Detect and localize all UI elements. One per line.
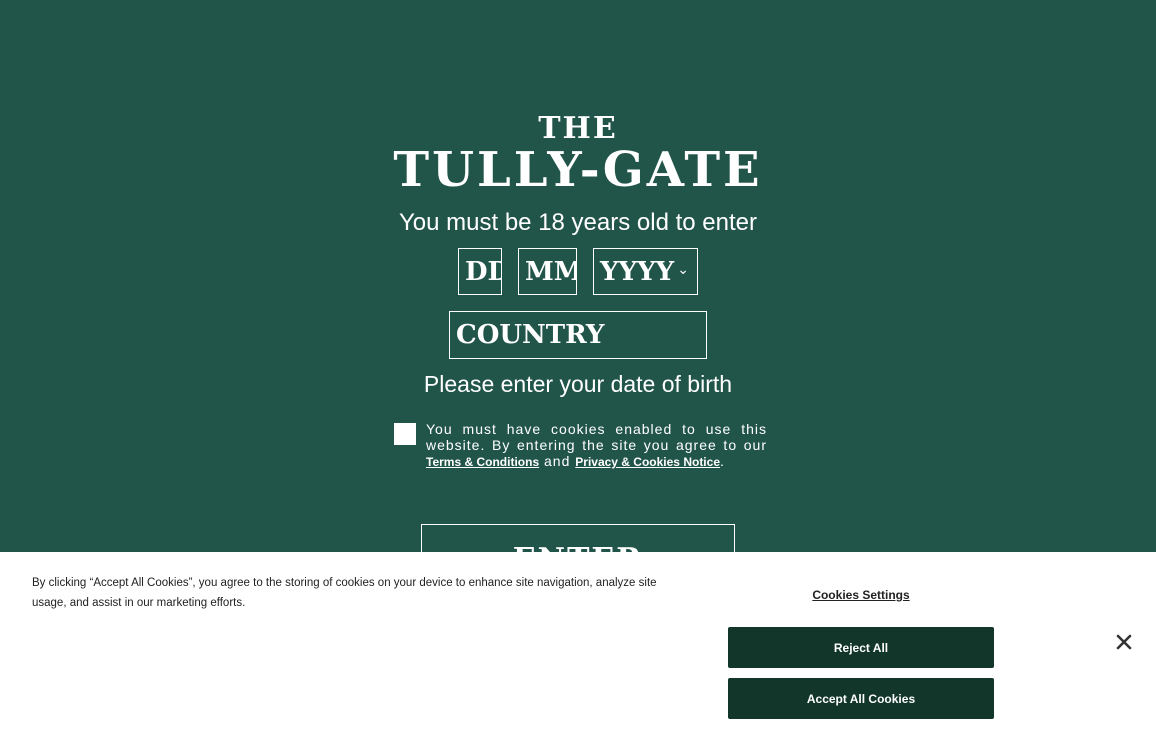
country-input[interactable] bbox=[449, 311, 707, 359]
cookie-notice: You must have cookies enabled to use thi… bbox=[426, 421, 767, 470]
reject-all-button[interactable]: Reject All bbox=[728, 627, 994, 668]
terms-link[interactable]: Terms & Conditions bbox=[426, 455, 539, 469]
cookies-settings-link[interactable]: Cookies Settings bbox=[728, 588, 994, 602]
logo-line-the: THE bbox=[538, 111, 618, 146]
chevron-down-icon: ⌄ bbox=[677, 262, 689, 278]
cookie-notice-text: You must have cookies enabled to use thi… bbox=[426, 421, 767, 453]
cookie-consent-checkbox[interactable] bbox=[394, 423, 416, 445]
privacy-link[interactable]: Privacy & Cookies Notice bbox=[575, 455, 720, 469]
dob-prompt: Please enter your date of birth bbox=[423, 371, 733, 397]
logo-brand-name: TULLY-GATE bbox=[393, 142, 763, 198]
period-text: . bbox=[720, 453, 725, 469]
year-select-value: YYYY bbox=[600, 256, 675, 287]
and-text: and bbox=[544, 453, 571, 469]
cookie-banner: By clicking “Accept All Cookies”, you ag… bbox=[0, 552, 1156, 740]
year-select[interactable]: YYYY ⌄ bbox=[593, 248, 698, 295]
month-input[interactable] bbox=[518, 248, 577, 295]
day-input[interactable] bbox=[458, 248, 502, 295]
accept-all-cookies-button[interactable]: Accept All Cookies bbox=[728, 678, 994, 719]
close-icon[interactable] bbox=[1114, 632, 1134, 652]
age-requirement-text: You must be 18 years old to enter bbox=[398, 209, 757, 236]
cookie-banner-text: By clicking “Accept All Cookies”, you ag… bbox=[32, 577, 657, 609]
